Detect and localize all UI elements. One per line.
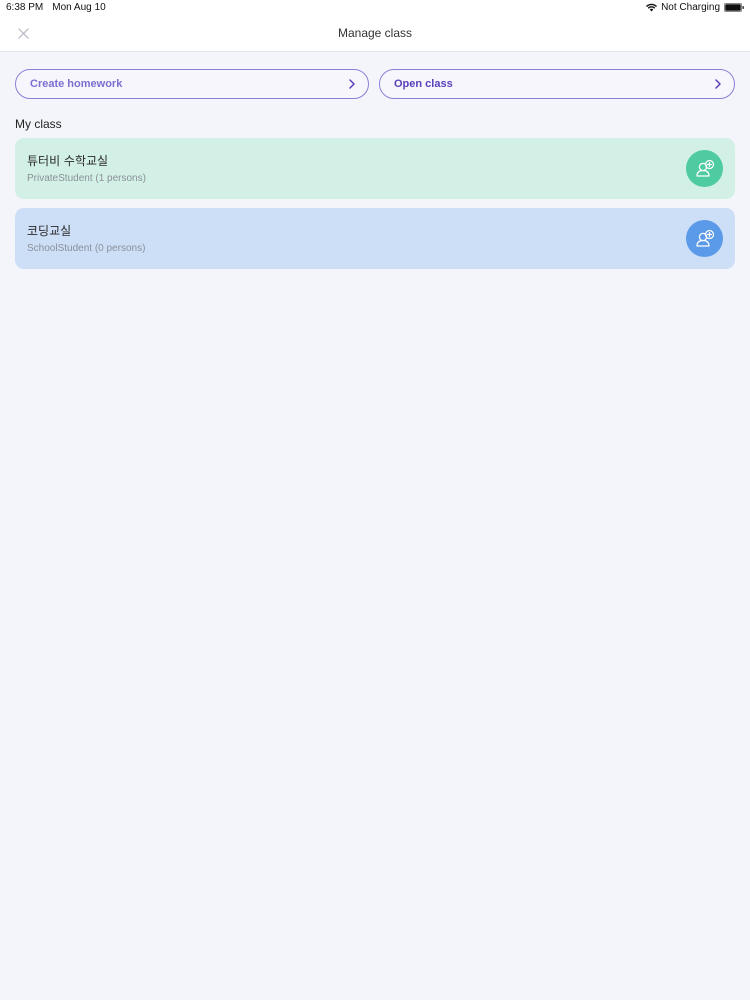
chevron-right-icon: [349, 79, 355, 89]
class-subtitle: PrivateStudent (1 persons): [27, 173, 146, 184]
class-name: 코딩교실: [27, 224, 72, 238]
section-title-my-class: My class: [15, 117, 62, 131]
battery-status-text: Not Charging: [661, 2, 720, 13]
open-class-button[interactable]: Open class: [379, 69, 735, 99]
add-student-button[interactable]: [686, 220, 723, 257]
create-homework-button[interactable]: Create homework: [15, 69, 369, 99]
status-date: Mon Aug 10: [52, 2, 106, 13]
class-name: 튜터비 수학교실: [27, 154, 109, 168]
battery-icon: [724, 3, 744, 12]
class-card[interactable]: 코딩교실 SchoolStudent (0 persons): [15, 208, 735, 269]
add-person-icon: [695, 229, 714, 247]
status-right: Not Charging: [646, 2, 744, 13]
status-bar: 6:38 PM Mon Aug 10 Not Charging: [0, 0, 750, 16]
nav-bar: Manage class: [0, 16, 750, 52]
page-title: Manage class: [337, 26, 413, 40]
action-row: Create homework Open class: [15, 69, 735, 101]
add-person-icon: [695, 159, 714, 177]
class-card[interactable]: 튜터비 수학교실 PrivateStudent (1 persons): [15, 138, 735, 199]
class-subtitle: SchoolStudent (0 persons): [27, 243, 146, 254]
add-student-button[interactable]: [686, 150, 723, 187]
status-left: 6:38 PM Mon Aug 10: [6, 2, 106, 13]
wifi-icon: [646, 3, 658, 12]
open-class-label: Open class: [394, 78, 453, 90]
chevron-right-icon: [715, 79, 721, 89]
status-time: 6:38 PM: [6, 2, 44, 13]
create-homework-label: Create homework: [30, 78, 123, 90]
